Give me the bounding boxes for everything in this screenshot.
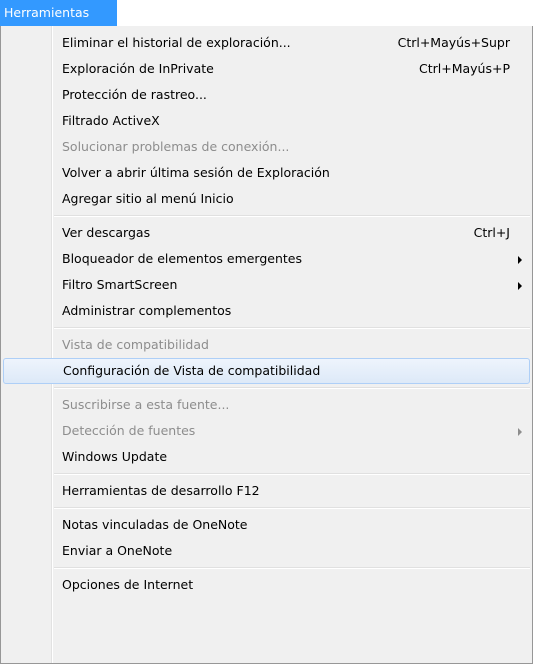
menu-item-vista-de-compatibilidad: Vista de compatibilidad [1,332,532,358]
menu-item-windows-update[interactable]: Windows Update [1,444,532,470]
menu-item-label: Opciones de Internet [62,577,194,592]
menu-item-label: Agregar sitio al menú Inicio [62,191,234,206]
menu-item-label: Suscribirse a esta fuente... [62,397,230,412]
menu-item-label: Notas vinculadas de OneNote [62,517,248,532]
menu-item-agregar-sitio-al-menu-inicio[interactable]: Agregar sitio al menú Inicio [1,186,532,212]
menu-item-proteccion-de-rastreo[interactable]: Protección de rastreo... [1,82,532,108]
menu-separator [1,324,532,332]
menu-item-label: Configuración de Vista de compatibilidad [63,363,321,378]
menu-item-label: Detección de fuentes [62,423,196,438]
menu-item-label: Solucionar problemas de conexión... [62,139,290,154]
submenu-arrow-icon [518,256,522,264]
menu-item-eliminar-el-historial-de-exploracion[interactable]: Eliminar el historial de exploración... C… [1,30,532,56]
menu-item-filtro-smartscreen[interactable]: Filtro SmartScreen [1,272,532,298]
submenu-arrow-icon [518,428,522,436]
menu-item-bloqueador-de-elementos-emergentes[interactable]: Bloqueador de elementos emergentes [1,246,532,272]
menu-item-label: Windows Update [62,449,168,464]
menu-item-filtrado-activex[interactable]: Filtrado ActiveX [1,108,532,134]
menu-item-solucionar-problemas-de-conexion: Solucionar problemas de conexión... [1,134,532,160]
menu-separator [1,212,532,220]
menu-item-label: Volver a abrir última sesión de Explorac… [62,165,330,180]
menu-item-volver-a-abrir-ultima-sesion-de-exploracion[interactable]: Volver a abrir última sesión de Explorac… [1,160,532,186]
menu-item-label: Vista de compatibilidad [62,337,209,352]
menu-item-administrar-complementos[interactable]: Administrar complementos [1,298,532,324]
menu-item-herramientas-de-desarrollo-f12[interactable]: Herramientas de desarrollo F12 [1,478,532,504]
menu-item-label: Bloqueador de elementos emergentes [62,251,303,266]
menu-item-label: Filtrado ActiveX [62,113,160,128]
menu-item-label: Administrar complementos [62,303,232,318]
menu-item-ver-descargas[interactable]: Ver descargas Ctrl+J [1,220,532,246]
menu-item-label: Ver descargas [62,225,151,240]
menu-separator [1,470,532,478]
menu-item-notas-vinculadas-de-onenote[interactable]: Notas vinculadas de OneNote [1,512,532,538]
tools-dropdown-menu: Eliminar el historial de exploración... C… [0,26,533,664]
menu-item-exploracion-de-inprivate[interactable]: Exploración de InPrivate Ctrl+Mayús+P [1,56,532,82]
menu-herramientas[interactable]: Herramientas [0,0,117,26]
menu-item-shortcut: Ctrl+Mayús+Supr [397,35,510,50]
menu-item-label: Protección de rastreo... [62,87,207,102]
menu-item-deteccion-de-fuentes: Detección de fuentes [1,418,532,444]
menu-items: Eliminar el historial de exploración... C… [1,30,532,598]
menu-item-enviar-a-onenote[interactable]: Enviar a OneNote [1,538,532,564]
menu-separator [1,504,532,512]
menu-separator [1,564,532,572]
menu-item-label: Exploración de InPrivate [62,61,214,76]
menu-item-shortcut: Ctrl+J [473,225,510,240]
menu-item-label: Filtro SmartScreen [62,277,178,292]
menu-item-configuracion-de-vista-de-compatibilidad[interactable]: Configuración de Vista de compatibilidad [3,358,530,384]
menu-item-shortcut: Ctrl+Mayús+P [418,61,510,76]
menu-item-suscribirse-a-esta-fuente: Suscribirse a esta fuente... [1,392,532,418]
menu-item-label: Herramientas de desarrollo F12 [62,483,260,498]
menu-item-label: Enviar a OneNote [62,543,173,558]
submenu-arrow-icon [518,282,522,290]
menu-item-label: Eliminar el historial de exploración... [62,35,291,50]
menu-separator [1,384,532,392]
menu-item-opciones-de-internet[interactable]: Opciones de Internet [1,572,532,598]
